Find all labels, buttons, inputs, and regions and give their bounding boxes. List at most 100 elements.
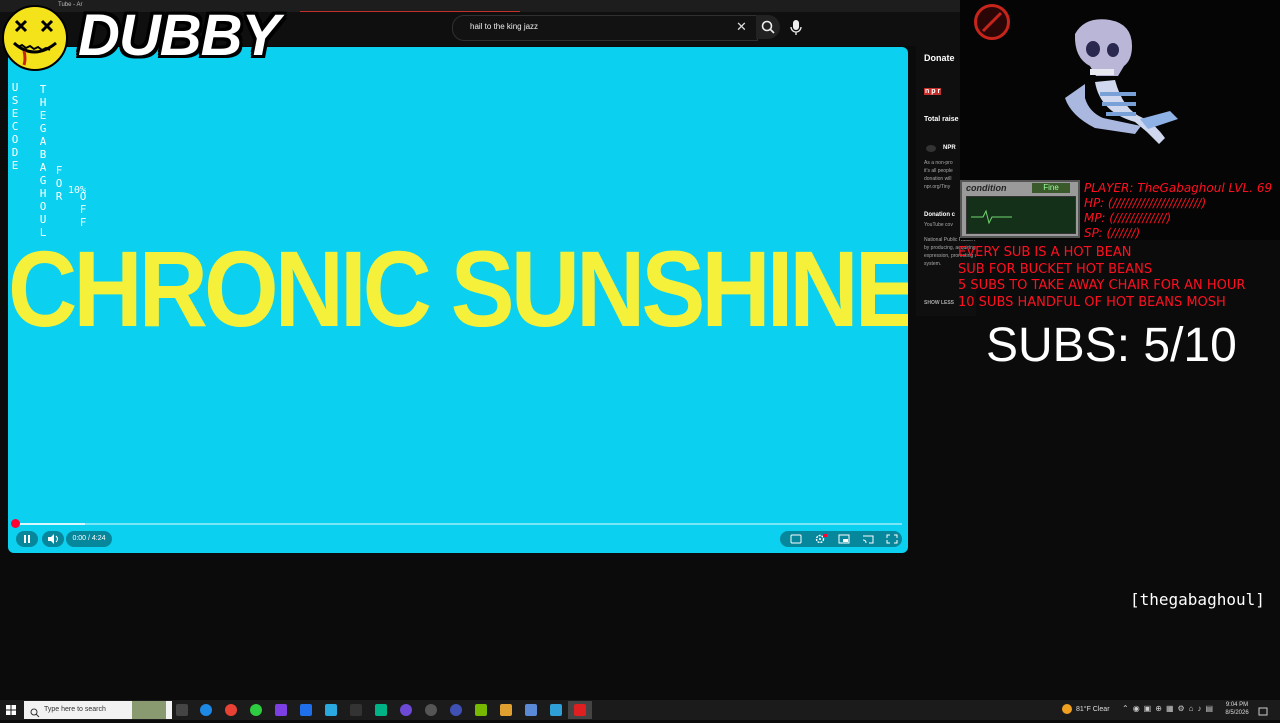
- progress-scrubber[interactable]: [11, 519, 20, 528]
- app-icon[interactable]: [475, 704, 487, 716]
- promo-letter: B: [39, 148, 47, 161]
- weather-icon: [1062, 704, 1072, 714]
- taskbar-news-icon[interactable]: [132, 701, 166, 719]
- org-name: NPR: [943, 145, 956, 151]
- captions-icon: [790, 534, 802, 544]
- condition-ecg-screen: [966, 196, 1076, 234]
- promo-letter: E: [39, 109, 47, 122]
- promo-letter: C: [11, 120, 19, 133]
- goal-line: EVERY SUB IS A HOT BEAN: [958, 245, 1132, 260]
- progress-bar[interactable]: [14, 523, 902, 525]
- player-stat: PLAYER: TheGabaghoul LVL. 69: [1084, 181, 1273, 195]
- condition-label: condition: [966, 183, 1007, 193]
- search-input-value: hail to the king jazz: [470, 22, 539, 31]
- search-button[interactable]: [756, 15, 780, 39]
- cast-button[interactable]: [858, 531, 878, 547]
- goal-line: SUB FOR BUCKET HOT BEANS: [958, 262, 1153, 277]
- promo-letter: 10%: [68, 185, 87, 196]
- pause-icon: [24, 535, 30, 543]
- skeleton-avatar-icon: [1065, 19, 1178, 144]
- app-icon[interactable]: [300, 704, 312, 716]
- promo-letter: E: [11, 107, 19, 120]
- promo-letter: F: [79, 216, 87, 229]
- settings-button[interactable]: [810, 531, 830, 547]
- promo-letter: S: [11, 94, 19, 107]
- video-player[interactable]: CHRONIC SUNSHINE USE CODE THEGABAGHOUL F…: [8, 47, 908, 553]
- logo-text: DUBBY: [78, 3, 280, 68]
- weather-text[interactable]: 81°F Clear: [1076, 706, 1110, 713]
- microphone-icon: [790, 20, 802, 35]
- app-icon[interactable]: [250, 704, 262, 716]
- chrome-browser-icon[interactable]: [225, 704, 237, 716]
- windows-icon: [6, 705, 16, 715]
- system-tray-icons[interactable]: ⌃◉▣⊕▦⚙⌂♪▤: [1122, 704, 1217, 713]
- promo-letter: U: [39, 213, 47, 226]
- app-icon[interactable]: [400, 704, 412, 716]
- streamer-username: [thegabaghoul]: [1130, 590, 1265, 609]
- gear-icon: [815, 534, 827, 544]
- app-icon[interactable]: [525, 704, 537, 716]
- donation-sub: YouTube cov: [924, 222, 953, 228]
- npr-logo: n p r: [924, 88, 942, 95]
- app-icon[interactable]: [425, 704, 437, 716]
- volume-icon: [48, 534, 58, 544]
- clock-time[interactable]: 9:04 PM: [1222, 702, 1252, 708]
- promo-letter: O: [11, 133, 19, 146]
- clock-date[interactable]: 8/5/2026: [1222, 710, 1252, 716]
- promo-letter: G: [39, 174, 47, 187]
- promo-letter: O: [39, 200, 47, 213]
- promo-letter: D: [11, 146, 19, 159]
- miniplayer-icon: [838, 534, 850, 544]
- start-button[interactable]: [4, 703, 18, 717]
- promo-letter: H: [39, 96, 47, 109]
- app-icon[interactable]: [275, 704, 287, 716]
- no-sign-icon: [974, 4, 1010, 40]
- time-display: 0:00 / 4:24: [66, 531, 112, 547]
- promo-letter: R: [55, 190, 63, 203]
- total-raised-label: Total raise: [924, 116, 959, 123]
- progress-buffer: [14, 523, 86, 525]
- goal-line: 10 SUBS HANDFUL OF HOT BEANS MOSH: [958, 295, 1226, 310]
- app-icon[interactable]: [550, 704, 562, 716]
- promo-letter: G: [39, 122, 47, 135]
- sp-stat: SP: (//////): [1084, 226, 1141, 240]
- promo-letter: O: [55, 177, 63, 190]
- promo-text-column: 10%: [68, 184, 86, 197]
- promo-letter: A: [39, 161, 47, 174]
- pause-button[interactable]: [16, 531, 38, 547]
- promo-letter: U: [11, 81, 19, 94]
- volume-button[interactable]: [42, 531, 64, 547]
- show-less-link[interactable]: SHOW LESS: [924, 300, 954, 306]
- promo-letter: H: [39, 187, 47, 200]
- close-icon[interactable]: ✕: [736, 19, 747, 35]
- tab-loading-bar: [300, 11, 520, 12]
- search-icon: [30, 705, 40, 723]
- player-right-controls: [780, 531, 902, 547]
- heartbeat-icon: [971, 209, 1012, 225]
- youtube-icon[interactable]: [574, 704, 586, 716]
- folder-icon[interactable]: [500, 704, 512, 716]
- fullscreen-icon: [886, 534, 898, 544]
- app-icon[interactable]: [450, 704, 462, 716]
- app-icon[interactable]: [375, 704, 387, 716]
- search-icon: [761, 20, 775, 34]
- miniplayer-button[interactable]: [834, 531, 854, 547]
- promo-text-column: THEGABAGHOUL: [38, 83, 48, 239]
- captions-button[interactable]: [786, 531, 806, 547]
- task-view-icon[interactable]: [176, 704, 188, 716]
- donate-header: Donate: [924, 53, 955, 63]
- app-icon[interactable]: [350, 704, 362, 716]
- app-icon[interactable]: [325, 704, 337, 716]
- promo-letter: L: [39, 226, 47, 239]
- smiley-face-graphic: [12, 19, 57, 66]
- org-avatar: [926, 145, 936, 152]
- voice-search-button[interactable]: [786, 15, 806, 39]
- video-frame-title: CHRONIC SUNSHINE: [8, 229, 908, 350]
- promo-letter: T: [39, 83, 47, 96]
- no-sign-graphic: [981, 11, 1003, 33]
- fullscreen-button[interactable]: [882, 531, 902, 547]
- subs-counter: SUBS: 5/10: [986, 319, 1237, 372]
- edge-browser-icon[interactable]: [200, 704, 212, 716]
- notification-icon[interactable]: [1258, 704, 1268, 716]
- cast-icon: [862, 535, 874, 544]
